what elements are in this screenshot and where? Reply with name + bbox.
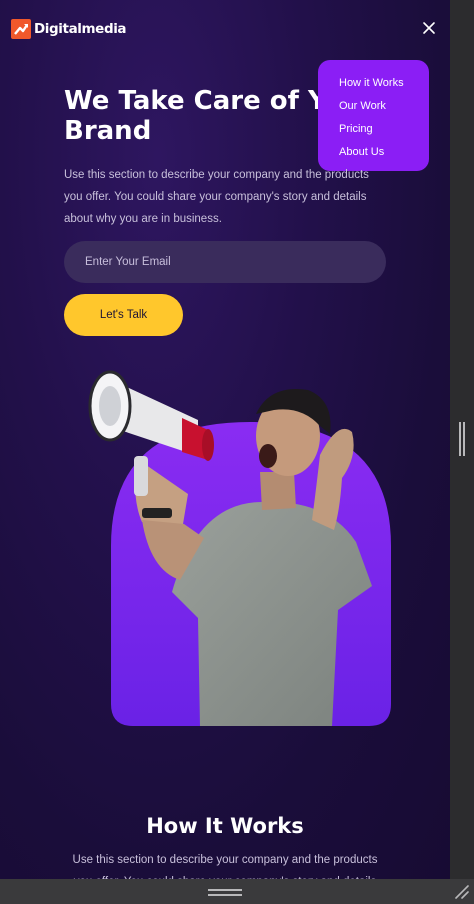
dropdown-nav-menu: How it Works Our Work Pricing About Us [318,60,429,171]
email-input[interactable] [64,241,386,283]
hero-image [80,360,400,730]
resize-grip-icon[interactable] [452,882,470,900]
digitalmedia-logo-icon [11,19,31,39]
scrollbar-handle-icon[interactable] [458,422,466,456]
brand-name: Digitalmedia [34,21,127,37]
menu-item-our-work[interactable]: Our Work [339,95,429,118]
hero-description: Use this section to describe your compan… [64,169,369,225]
site-header: Digitalmedia [0,0,450,60]
lets-talk-button[interactable]: Let's Talk [64,294,183,336]
how-it-works-description: Use this section to describe your compan… [72,854,378,879]
page-viewport: Digitalmedia We Take Care of Yo Brand Ho… [0,0,450,879]
brand-logo[interactable]: Digitalmedia [11,18,127,40]
menu-item-how-it-works[interactable]: How it Works [339,72,429,95]
menu-item-pricing[interactable]: Pricing [339,118,429,141]
close-icon [423,22,435,34]
resize-handle-icon[interactable] [208,885,242,896]
menu-item-about-us[interactable]: About Us [339,141,429,164]
close-menu-button[interactable] [419,18,439,38]
how-it-works-title: How It Works [146,814,304,838]
